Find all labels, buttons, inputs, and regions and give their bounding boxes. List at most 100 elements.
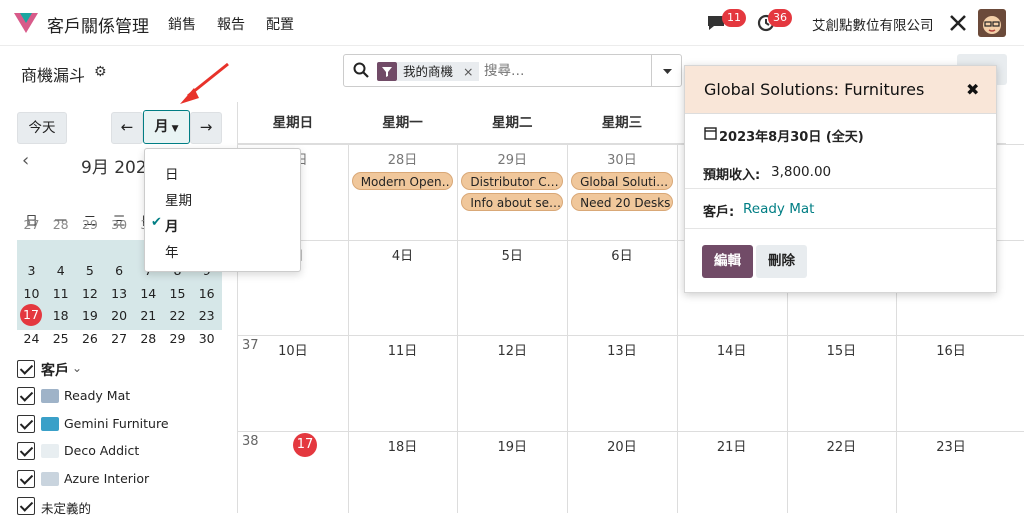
mini-day[interactable]: 27 [105,326,134,351]
event-popover: Global Solutions: Furnitures ✖ 2023年8月30… [684,65,997,293]
mini-day-today[interactable]: 17 [20,304,42,326]
day-number[interactable]: 21日 [712,436,752,455]
mini-day[interactable]: 14 [134,281,163,306]
mini-day[interactable]: 10 [17,281,46,306]
day-number[interactable]: 20日 [602,436,642,455]
calendar-event[interactable]: Modern Open… [351,172,454,190]
mini-day[interactable]: 13 [105,281,134,306]
menu-reports[interactable]: 報告 [217,14,245,34]
mini-day[interactable]: 19 [75,303,104,328]
mini-day[interactable]: 28 [46,212,75,237]
next-button[interactable]: → [190,112,222,144]
mini-day[interactable]: 24 [17,326,46,351]
crm-logo-icon[interactable] [14,13,38,33]
day-number[interactable]: 16日 [931,340,971,359]
scale-option-week[interactable]: 星期 [165,189,192,209]
mini-prev-icon[interactable]: ‹ [22,150,29,171]
mini-day[interactable]: 23 [192,303,221,328]
filter-item[interactable]: Azure Interior [17,469,217,490]
mini-day[interactable]: 11 [46,281,75,306]
user-avatar[interactable] [978,9,1006,37]
mini-day[interactable]: 22 [163,303,192,328]
menu-config[interactable]: 配置 [266,14,294,34]
mini-day[interactable]: 12 [75,281,104,306]
calendar-event[interactable]: Global Soluti… [571,172,673,190]
company-name[interactable]: 艾創點數位有限公司 [812,14,934,34]
scale-dropdown-button[interactable]: 月 ▼ [143,110,190,144]
delete-button[interactable]: 刪除 [756,245,807,278]
mini-day[interactable]: 25 [46,326,75,351]
filter-checkbox[interactable] [17,469,35,488]
week-number: 37 [242,338,259,353]
mini-day[interactable]: 15 [163,281,192,306]
day-number[interactable]: 23日 [931,436,971,455]
day-number[interactable]: 5日 [492,245,532,264]
filter-checkbox[interactable] [17,387,35,405]
filter-group-title[interactable]: 客戶 [41,360,69,380]
scale-option-month[interactable]: 月 [165,215,179,235]
day-number-today[interactable]: 17日 [293,432,317,457]
day-number[interactable]: 18日 [383,436,423,455]
filter-item[interactable]: Gemini Furniture [17,414,217,435]
mini-day[interactable]: 16 [192,281,221,306]
mini-day[interactable]: 21 [134,303,163,328]
customer-link[interactable]: Ready Mat [743,201,814,217]
day-number[interactable]: 14日 [712,340,752,359]
mini-day[interactable]: 6 [105,258,134,283]
day-number[interactable]: 12日 [492,340,532,359]
calendar-event[interactable]: Distributor C… [461,172,564,190]
chevron-down-icon[interactable]: ⌄ [72,361,82,375]
filter-checkbox[interactable] [17,497,35,515]
filter-group-checkbox[interactable] [17,360,35,378]
day-number[interactable]: 28日 [383,149,423,168]
calendar-event[interactable]: Info about se… [461,193,564,211]
day-number[interactable]: 29日 [492,149,532,168]
today-button[interactable]: 今天 [17,112,67,144]
remove-facet-icon[interactable]: × [463,62,473,81]
menu-sales[interactable]: 銷售 [168,14,196,34]
prev-button[interactable]: ← [111,112,143,144]
annotation-arrow [180,62,229,104]
filter-facet-icon [377,62,397,81]
day-number[interactable]: 22日 [821,436,861,455]
mini-day[interactable]: 26 [75,326,104,351]
day-number[interactable]: 6日 [602,245,642,264]
mini-day[interactable]: 29 [75,212,104,237]
mini-day[interactable]: 30 [105,212,134,237]
mini-day[interactable]: 4 [46,258,75,283]
edit-button[interactable]: 編輯 [702,245,753,278]
day-header: 星期二 [457,102,568,144]
day-number[interactable]: 11日 [383,340,423,359]
mini-day[interactable]: 30 [192,326,221,351]
day-number[interactable]: 15日 [821,340,861,359]
app-title[interactable]: 客戶關係管理 [47,12,149,37]
filter-item[interactable]: Deco Addict [17,442,217,462]
filter-checkbox[interactable] [17,442,35,460]
gear-icon[interactable]: ⚙ [94,64,107,80]
day-number[interactable]: 30日 [602,149,642,168]
filter-item[interactable]: 未定義的 [17,497,217,517]
chevron-down-icon: ▼ [168,124,179,134]
mini-day[interactable]: 5 [75,258,104,283]
scale-option-day[interactable]: 日 [165,163,179,183]
filter-item[interactable]: Ready Mat [17,387,217,407]
search-dropdown-toggle[interactable] [651,55,682,86]
search-input[interactable] [484,61,644,81]
mini-day[interactable]: 20 [105,303,134,328]
day-number[interactable]: 4日 [383,245,423,264]
mini-day[interactable]: 29 [163,326,192,351]
mini-day[interactable]: 18 [46,303,75,328]
search-icon[interactable] [353,62,369,78]
search-facet-label: 我的商機 [403,64,454,79]
calendar-event[interactable]: Need 20 Desks [571,193,673,211]
scale-option-year[interactable]: 年 [165,241,179,261]
day-number[interactable]: 19日 [492,436,532,455]
mini-day[interactable]: 3 [17,258,46,283]
close-icon[interactable]: ✖ [966,80,979,99]
mini-day[interactable]: 27 [17,212,46,237]
tools-icon[interactable] [949,14,967,32]
day-number[interactable]: 13日 [602,340,642,359]
filter-checkbox[interactable] [17,414,35,433]
mini-day[interactable]: 28 [134,326,163,351]
day-number[interactable]: 10日 [273,340,313,359]
